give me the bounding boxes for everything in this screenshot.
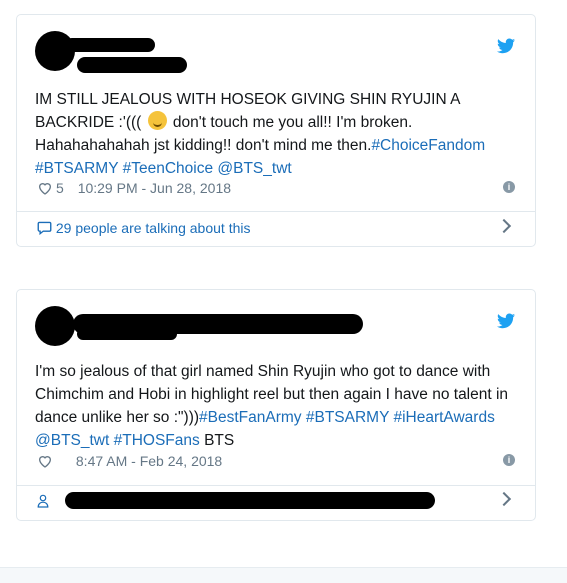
tweet-meta: 8:47 AM - Feb 24, 2018 i <box>37 451 515 471</box>
hashtag-link[interactable]: #BTSARMY <box>306 409 389 426</box>
speech-bubble-icon <box>37 221 52 236</box>
redacted-handle <box>77 57 187 73</box>
info-icon[interactable]: i <box>503 454 515 466</box>
tweet-card-1[interactable]: IM STILL JEALOUS WITH HOSEOK GIVING SHIN… <box>16 14 536 247</box>
like-count: 5 <box>56 180 64 196</box>
info-icon[interactable]: i <box>503 181 515 193</box>
person-icon <box>37 494 49 508</box>
mention-link[interactable]: @BTS_twt <box>217 160 291 177</box>
tweet-timestamp[interactable]: 10:29 PM - Jun 28, 2018 <box>78 180 231 196</box>
twitter-bird-icon[interactable] <box>497 313 515 329</box>
redacted-handle <box>77 328 177 340</box>
chevron-right-icon[interactable] <box>496 218 512 234</box>
mention-link[interactable]: @BTS_twt <box>35 432 109 449</box>
grinning-sweat-emoji-icon <box>147 111 167 130</box>
tweet-meta: 5 10:29 PM - Jun 28, 2018 i <box>37 178 515 198</box>
hashtag-link[interactable]: #THOSFans <box>114 432 200 449</box>
redacted-profile-text <box>65 492 435 509</box>
page-bottom-bar <box>0 567 567 583</box>
avatar[interactable] <box>35 306 75 346</box>
tweet-card-2[interactable]: I'm so jealous of that girl named Shin R… <box>16 289 536 521</box>
twitter-bird-icon[interactable] <box>497 38 515 54</box>
heart-icon[interactable] <box>37 180 53 196</box>
hashtag-link[interactable]: #BestFanArmy <box>199 409 302 426</box>
tweet-text: IM STILL JEALOUS WITH HOSEOK GIVING SHIN… <box>35 88 519 180</box>
divider <box>17 485 535 486</box>
conversation-link[interactable]: 29 people are talking about this <box>37 217 515 239</box>
redacted-display-name <box>65 38 155 52</box>
conversation-text: 29 people are talking about this <box>55 220 251 236</box>
tweet-timestamp[interactable]: 8:47 AM - Feb 24, 2018 <box>76 453 222 469</box>
profile-link-row[interactable] <box>37 490 515 512</box>
heart-icon[interactable] <box>37 453 53 469</box>
hashtag-link[interactable]: #TeenChoice <box>123 160 213 177</box>
divider <box>17 211 535 212</box>
tweet-text-segment: BTS <box>199 432 235 449</box>
hashtag-link[interactable]: #BTSARMY <box>35 160 118 177</box>
hashtag-link[interactable]: #ChoiceFandom <box>371 137 485 154</box>
tweet-text: I'm so jealous of that girl named Shin R… <box>35 360 519 452</box>
hashtag-link[interactable]: #iHeartAwards <box>393 409 494 426</box>
chevron-right-icon[interactable] <box>496 491 512 507</box>
